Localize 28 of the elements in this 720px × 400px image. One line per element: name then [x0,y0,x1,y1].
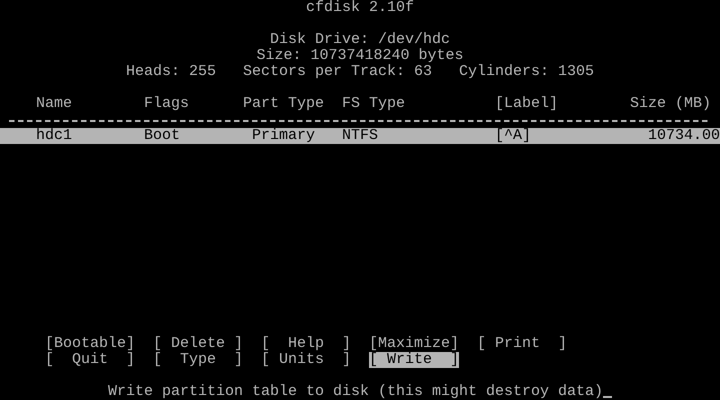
menu-button[interactable]: [Maximize] [369,336,459,352]
menu-button[interactable]: [ Quit ] [45,352,135,368]
menu-button[interactable]: [ Delete ] [153,336,243,352]
table-cell-text: NTFS [342,128,380,144]
column-header: FS Type [342,96,406,112]
disk-info-text: Size: 10737418240 bytes [256,48,464,64]
menu-button[interactable]: [ Units ] [261,352,351,368]
column-header: Part Type [243,96,326,112]
table-cell-text: hdc1 [36,128,74,144]
status-message: Write partition table to disk (this might destroy data) [108,384,604,400]
column-header: Size (MB) [630,96,712,112]
column-header: Name [36,96,74,112]
menu-button[interactable]: [ Type ] [153,352,243,368]
text-cursor [603,396,612,398]
table-cell-text: Primary [251,128,316,144]
program-title: cfdisk 2.10f [306,0,414,16]
disk-info-text: Heads: 255 Sectors per Track: 63 Cylinders: 1305 [126,64,594,80]
menu-button[interactable]: [ Print ] [477,336,567,352]
column-header: Flags [144,96,190,112]
menu-button[interactable]: [Bootable] [45,336,135,352]
partition-row[interactable]: hdc1 Boot Primary NTFS [^A] 10734.00 [0,128,720,144]
table-cell-text: 10734.00 [646,128,720,144]
table-cell-text: Boot [144,128,182,144]
menu-button[interactable]: [ Help ] [261,336,351,352]
table-cell-text: [^A] [495,128,532,144]
menu-button[interactable]: [ Write ] [369,352,459,368]
column-header: [Label] [494,96,559,112]
disk-info-text: Disk Drive: /dev/hdc [270,32,450,48]
